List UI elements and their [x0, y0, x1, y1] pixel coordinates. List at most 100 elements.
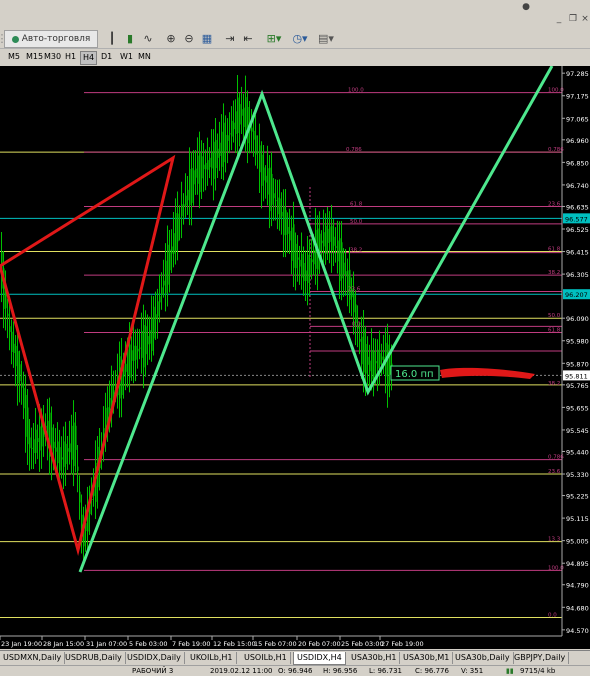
candle-body — [63, 441, 65, 467]
candle-body — [285, 210, 287, 235]
candle-body — [11, 331, 13, 353]
price-chart[interactable]: 16.0 пп 97.285 97.175 97.065 96.960 96.850 96… — [0, 65, 590, 649]
candle-body — [189, 168, 191, 206]
timeframes-toolbar: M5 M15 M30 H1 H4 D1 W1 MN — [0, 49, 590, 65]
candlestick-icon[interactable]: ▮ — [122, 30, 138, 46]
candle-body — [321, 240, 323, 244]
candle-body — [307, 254, 309, 283]
tab-ukoilb-h1[interactable]: UKOILb,H1 — [187, 652, 237, 664]
time-tick-label: 5 Feb 03:00 — [129, 640, 168, 648]
candle-body — [69, 443, 71, 453]
tile-windows-icon[interactable]: ▦ — [199, 30, 215, 46]
timeframe-mn[interactable]: MN — [136, 51, 153, 63]
candle-body — [145, 326, 147, 355]
candle-body — [33, 439, 35, 454]
tab-usdmxn-daily[interactable]: USDMXN,Daily — [0, 652, 66, 664]
fib-right-label: 0.0 — [548, 613, 557, 619]
candle-body — [73, 422, 75, 467]
fib-mid-label: 100.0 — [348, 88, 364, 94]
autoscroll-icon[interactable]: ⇥ — [222, 30, 238, 46]
tab-usdrub-daily[interactable]: USDRUB,Daily — [62, 652, 126, 664]
candle-body — [217, 148, 219, 158]
candle-body — [337, 240, 339, 262]
candle-body — [303, 262, 305, 282]
tab-usa30b-daily[interactable]: USA30b,Daily — [452, 652, 514, 664]
candle-body — [193, 170, 195, 185]
time-tick-label: 27 Feb 19:00 — [381, 640, 424, 648]
fib-right-label: 23.6 — [548, 469, 561, 475]
candle-body — [327, 228, 329, 243]
candle-body — [125, 363, 127, 372]
candle-body — [343, 262, 345, 275]
candle-body — [371, 350, 373, 380]
candle-body — [155, 314, 157, 319]
candle-body — [299, 259, 301, 267]
tab-usdidx-h4[interactable]: USDIDX,H4 — [293, 652, 346, 665]
autotrade-label: Авто-торговля — [21, 34, 91, 44]
templates-icon[interactable]: ▤▾ — [315, 30, 337, 46]
price-badge-label: 95.811 — [565, 372, 588, 380]
candle-body — [353, 293, 355, 313]
close-icon[interactable]: × — [580, 14, 590, 24]
candle-body — [359, 338, 361, 342]
price-tick-label: 96.740 — [566, 182, 589, 190]
candle-body — [277, 197, 279, 215]
timeframe-w1[interactable]: W1 — [118, 51, 135, 63]
chart-shift-icon[interactable]: ⇤ — [240, 30, 256, 46]
price-tick-label: 95.980 — [566, 338, 589, 346]
price-tick-label: 96.305 — [566, 271, 589, 279]
candle-body — [377, 349, 379, 369]
candle-body — [9, 326, 11, 333]
tab-gbpjpy-daily[interactable]: GBPJPY,Daily — [511, 652, 570, 664]
tab-usoilb-h1[interactable]: USOILb,H1 — [241, 652, 291, 664]
green-zigzag-pattern[interactable] — [78, 65, 554, 573]
candle-body — [361, 336, 363, 365]
candle-body — [215, 139, 217, 168]
candle-body — [37, 438, 39, 443]
candle-body — [165, 260, 167, 294]
indicators-icon[interactable]: ⊞▾ — [263, 30, 285, 46]
price-tick-label: 97.175 — [566, 93, 589, 101]
tab-usdidx-daily[interactable]: USDIDX,Daily — [124, 652, 185, 664]
timeframe-m5[interactable]: M5 — [6, 51, 22, 63]
timeframe-d1[interactable]: D1 — [99, 51, 114, 63]
restore-icon[interactable]: ❐ — [568, 14, 578, 24]
candle-body — [79, 491, 81, 503]
price-tick-label: 95.225 — [566, 493, 589, 501]
annotation-text: 16.0 пп — [395, 369, 434, 380]
candle-body — [169, 249, 171, 271]
tab-usa30b-m1[interactable]: USA30b,M1 — [400, 652, 454, 664]
candle-body — [379, 353, 381, 365]
timeframe-h1[interactable]: H1 — [63, 51, 78, 63]
candle-body — [183, 204, 185, 207]
minimize-icon[interactable]: _ — [554, 14, 564, 24]
candle-body — [281, 211, 283, 217]
candle-body — [273, 193, 275, 199]
autotrade-button[interactable]: Авто-торговля — [4, 30, 98, 48]
candle-body — [235, 111, 237, 134]
candle-body — [23, 387, 25, 409]
candle-body — [151, 317, 153, 351]
candle-body — [289, 230, 291, 241]
candle-body — [295, 243, 297, 269]
periods-icon[interactable]: ◷▾ — [289, 30, 311, 46]
zoom-in-icon[interactable]: ⊕ — [163, 30, 179, 46]
timeframe-m30[interactable]: M30 — [42, 51, 63, 63]
fib-right-label: 100.0 — [548, 88, 564, 94]
candle-body — [323, 232, 325, 247]
candle-body — [133, 345, 135, 361]
bar-chart-icon[interactable]: ┃ — [104, 30, 120, 46]
candle-body — [35, 429, 37, 453]
chart-canvas[interactable]: 16.0 пп 97.285 97.175 97.065 96.960 96.850 96… — [0, 65, 590, 649]
candle-body — [113, 390, 115, 395]
tab-usa30b-h1[interactable]: USA30b,H1 — [348, 652, 401, 664]
timeframe-h4[interactable]: H4 — [80, 51, 98, 65]
zoom-out-icon[interactable]: ⊖ — [181, 30, 197, 46]
candle-body — [55, 447, 57, 452]
candle-body — [301, 253, 303, 278]
price-tick-label: 96.415 — [566, 249, 589, 257]
candle-body — [13, 343, 15, 354]
line-chart-icon[interactable]: ∿ — [140, 30, 156, 46]
candle-body — [7, 313, 9, 317]
candle-body — [173, 233, 175, 254]
